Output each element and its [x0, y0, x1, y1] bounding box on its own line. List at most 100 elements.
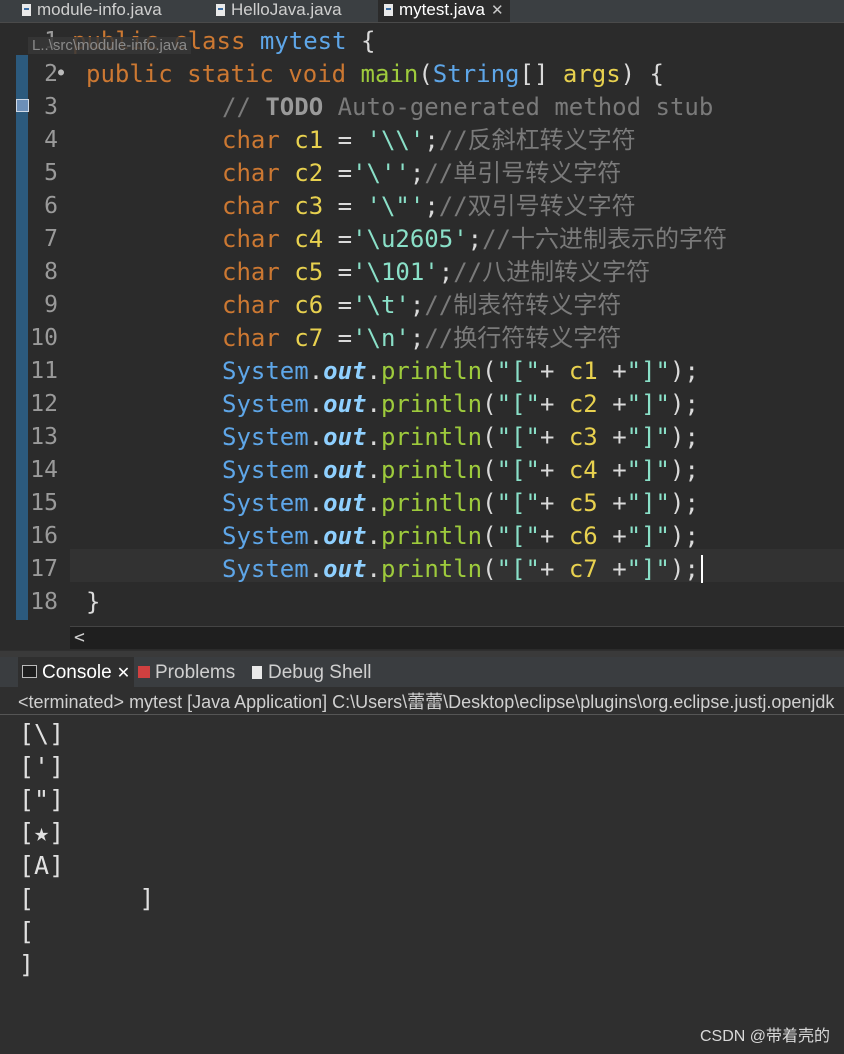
keyword: char — [222, 324, 280, 352]
code-punct: . — [366, 423, 381, 451]
code-punct: ); — [670, 522, 699, 550]
code-punct: + — [597, 489, 627, 517]
code-punct: . — [308, 357, 324, 385]
code-punct: ( — [482, 522, 497, 550]
line-number: 9 — [44, 292, 58, 318]
line-number: 2 — [44, 61, 58, 87]
line-number: 14 — [30, 457, 58, 483]
breadcrumb-tooltip: L..\src\module-info.java — [28, 37, 192, 54]
string-literal: "]" — [626, 357, 671, 385]
close-icon[interactable]: ✕ — [117, 665, 130, 682]
code-punct: + — [539, 423, 569, 451]
code-punct: ( — [482, 357, 497, 385]
line-number: 6 — [44, 193, 58, 219]
code-line-12: System.out.println("["+ c2 +"]"); — [222, 388, 699, 421]
tab-debug-shell[interactable]: Debug Shell — [252, 657, 372, 687]
variable: args — [562, 60, 621, 88]
method-name: println — [380, 357, 483, 385]
string-literal: "[" — [496, 456, 540, 484]
class-name: String — [432, 60, 520, 88]
code-line-13: System.out.println("["+ c3 +"]"); — [222, 421, 699, 454]
problems-icon — [138, 666, 150, 678]
code-punct: ( — [482, 456, 497, 484]
code-punct: ( — [482, 489, 497, 517]
string-literal: '\n' — [352, 324, 410, 352]
code-punct: ); — [670, 555, 699, 583]
string-literal: "]" — [626, 555, 671, 583]
watermark: CSDN @带着壳的 — [699, 1028, 830, 1045]
class-name: System — [222, 555, 309, 583]
keyword: char — [222, 126, 280, 154]
code-punct: ) { — [620, 60, 665, 88]
comment: //制表符转义字符 — [424, 291, 622, 319]
code-punct: + — [539, 390, 569, 418]
tab-label: HelloJava.java — [231, 0, 342, 19]
string-literal: "]" — [626, 390, 671, 418]
java-file-icon — [22, 4, 31, 16]
code-punct: = — [323, 126, 367, 154]
code-punct: = — [323, 291, 353, 319]
code-punct: ; — [424, 192, 439, 220]
tab-module-info[interactable]: module-info.java — [22, 0, 162, 22]
string-literal: "[" — [496, 423, 540, 451]
class-name: System — [222, 522, 309, 550]
code-punct: + — [597, 522, 627, 550]
code-punct: ); — [670, 357, 699, 385]
scroll-left-icon[interactable]: < — [74, 627, 85, 649]
code-line-3: // TODO Auto-generated method stub — [222, 91, 713, 124]
keyword: char — [222, 291, 280, 319]
todo-tag: TODO — [265, 93, 324, 121]
fold-toggle-icon[interactable]: ● — [58, 67, 64, 78]
code-punct: + — [539, 357, 569, 385]
keyword: public static void — [86, 60, 347, 88]
output-line: [★] — [19, 818, 65, 847]
line-number: 8 — [44, 259, 58, 285]
code-line-18: } — [86, 588, 101, 616]
string-literal: '\u2605' — [352, 225, 468, 253]
variable: c5 — [294, 258, 324, 286]
code-line-5: char c2 ='\'';//单引号转义字符 — [222, 157, 621, 190]
code-punct: ; — [409, 324, 425, 352]
string-literal: "]" — [626, 489, 671, 517]
code-line-10: char c7 ='\n';//换行符转义字符 — [222, 322, 621, 355]
code-line-6: char c3 = '\"';//双引号转义字符 — [222, 190, 636, 223]
code-punct: + — [597, 423, 627, 451]
code-editor[interactable]: ● 1 2 3 4 5 6 7 8 9 10 11 12 13 14 15 16… — [0, 23, 844, 650]
code-punct: + — [597, 456, 627, 484]
tab-label: mytest.java — [399, 0, 485, 19]
output-line: ['] — [19, 752, 65, 781]
tab-label: Console — [42, 662, 112, 683]
code-punct: ( — [482, 555, 497, 583]
tab-mytest[interactable]: mytest.java ✕ — [378, 0, 510, 22]
string-literal: "[" — [496, 555, 540, 583]
code-punct: . — [308, 555, 324, 583]
code-punct: ( — [482, 390, 497, 418]
debug-shell-icon — [252, 666, 262, 679]
variable: c4 — [568, 456, 598, 484]
tab-hellojava[interactable]: HelloJava.java — [216, 0, 342, 22]
method-name: println — [380, 522, 483, 550]
string-literal: "[" — [496, 522, 540, 550]
code-punct: . — [366, 489, 381, 517]
field-name: out — [323, 489, 367, 517]
class-name: System — [222, 456, 309, 484]
tab-problems[interactable]: Problems — [138, 657, 235, 687]
comment: //双引号转义字符 — [438, 192, 636, 220]
code-punct: ); — [670, 390, 699, 418]
horizontal-scrollbar[interactable]: < — [70, 626, 844, 649]
comment: //单引号转义字符 — [424, 159, 622, 187]
close-icon[interactable]: ✕ — [491, 2, 504, 19]
console-status: <terminated> mytest [Java Application] C… — [0, 689, 844, 715]
code-punct: . — [308, 456, 324, 484]
tab-console[interactable]: Console ✕ — [18, 657, 135, 687]
variable: c1 — [568, 357, 598, 385]
line-number: 11 — [30, 358, 58, 384]
variable: c2 — [568, 390, 598, 418]
output-line: ["] — [19, 785, 65, 814]
code-punct: = — [323, 324, 353, 352]
line-number: 3 — [44, 94, 58, 120]
keyword: char — [222, 192, 280, 220]
code-punct: ; — [424, 126, 439, 154]
code-punct: + — [539, 489, 569, 517]
code-punct: ); — [670, 456, 699, 484]
